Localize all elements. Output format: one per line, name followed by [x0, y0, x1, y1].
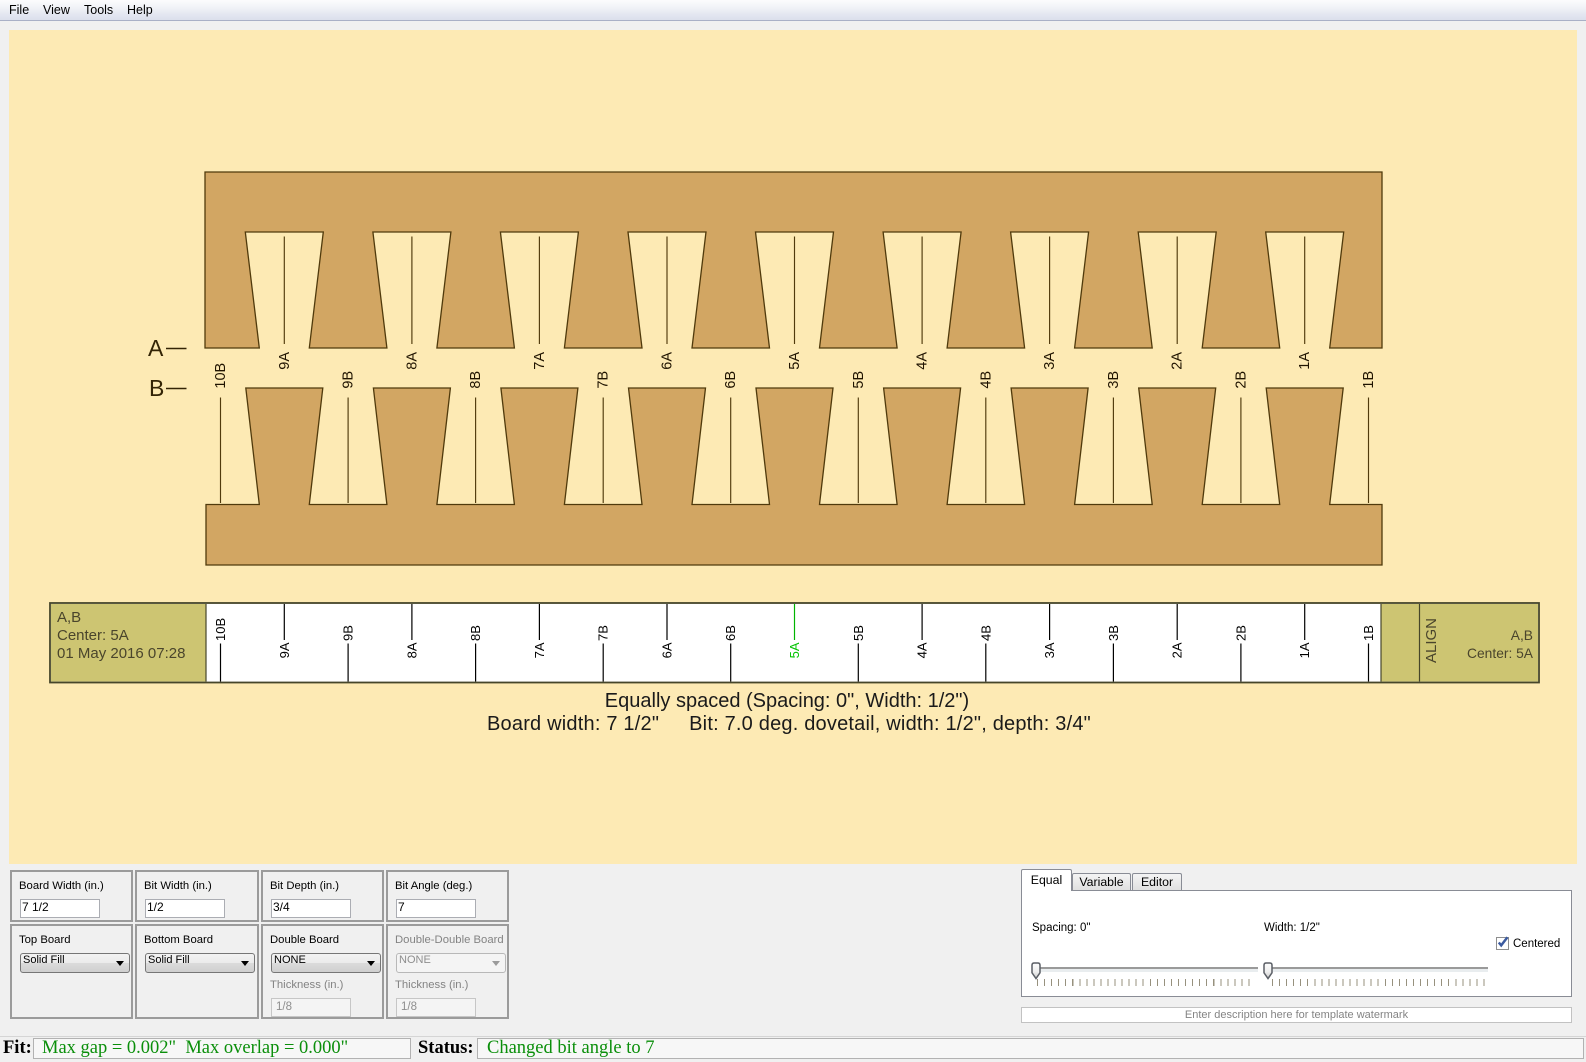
svg-text:2B: 2B [1233, 625, 1248, 641]
svg-text:2B: 2B [1233, 371, 1249, 389]
svg-text:1A: 1A [1297, 352, 1313, 370]
svg-text:8B: 8B [468, 625, 483, 641]
svg-text:Center: 5A: Center: 5A [1467, 646, 1534, 661]
svg-text:B: B [149, 375, 164, 401]
svg-text:9B: 9B [341, 371, 357, 389]
svg-text:4A: 4A [915, 352, 931, 370]
svg-text:Center: 5A: Center: 5A [57, 627, 129, 644]
svg-text:5A: 5A [787, 352, 803, 370]
svg-text:ALIGN: ALIGN [1423, 618, 1440, 663]
svg-text:3A: 3A [1042, 352, 1058, 370]
svg-text:A: A [148, 335, 164, 361]
svg-text:6B: 6B [723, 371, 739, 389]
svg-text:3A: 3A [1042, 642, 1057, 658]
svg-text:9B: 9B [341, 625, 356, 641]
svg-text:4B: 4B [978, 625, 993, 641]
svg-text:2A: 2A [1170, 352, 1186, 370]
svg-text:3B: 3B [1106, 371, 1122, 389]
svg-text:1A: 1A [1297, 642, 1312, 658]
svg-text:5B: 5B [851, 625, 866, 641]
svg-text:1B: 1B [1361, 371, 1377, 389]
svg-text:4B: 4B [978, 371, 994, 389]
svg-text:5B: 5B [851, 371, 867, 389]
svg-text:7A: 7A [532, 642, 547, 658]
svg-text:9A: 9A [277, 642, 292, 658]
svg-text:8A: 8A [404, 642, 419, 658]
svg-text:3B: 3B [1106, 625, 1121, 641]
svg-text:4A: 4A [915, 642, 930, 658]
svg-text:10B: 10B [213, 618, 228, 641]
svg-text:7A: 7A [532, 352, 548, 370]
svg-text:A,B: A,B [1511, 628, 1533, 643]
svg-text:7B: 7B [596, 371, 612, 389]
svg-text:1B: 1B [1361, 625, 1376, 641]
svg-text:01 May 2016 07:28: 01 May 2016 07:28 [57, 645, 185, 662]
svg-text:5A: 5A [787, 642, 802, 658]
svg-text:10B: 10B [213, 363, 229, 389]
svg-text:8B: 8B [468, 371, 484, 389]
svg-text:6A: 6A [660, 352, 676, 370]
svg-text:6A: 6A [660, 642, 675, 658]
svg-text:A,B: A,B [57, 609, 81, 626]
svg-text:7B: 7B [596, 625, 611, 641]
svg-text:2A: 2A [1170, 642, 1185, 658]
svg-text:8A: 8A [404, 352, 420, 370]
svg-text:6B: 6B [723, 625, 738, 641]
svg-text:Equally spaced (Spacing: 0", W: Equally spaced (Spacing: 0", Width: 1/2"… [605, 690, 969, 712]
svg-text:Board width: 7 1/2"Bit: 7.0 de: Board width: 7 1/2"Bit: 7.0 deg. dovetai… [487, 713, 1091, 735]
svg-text:9A: 9A [277, 352, 293, 370]
